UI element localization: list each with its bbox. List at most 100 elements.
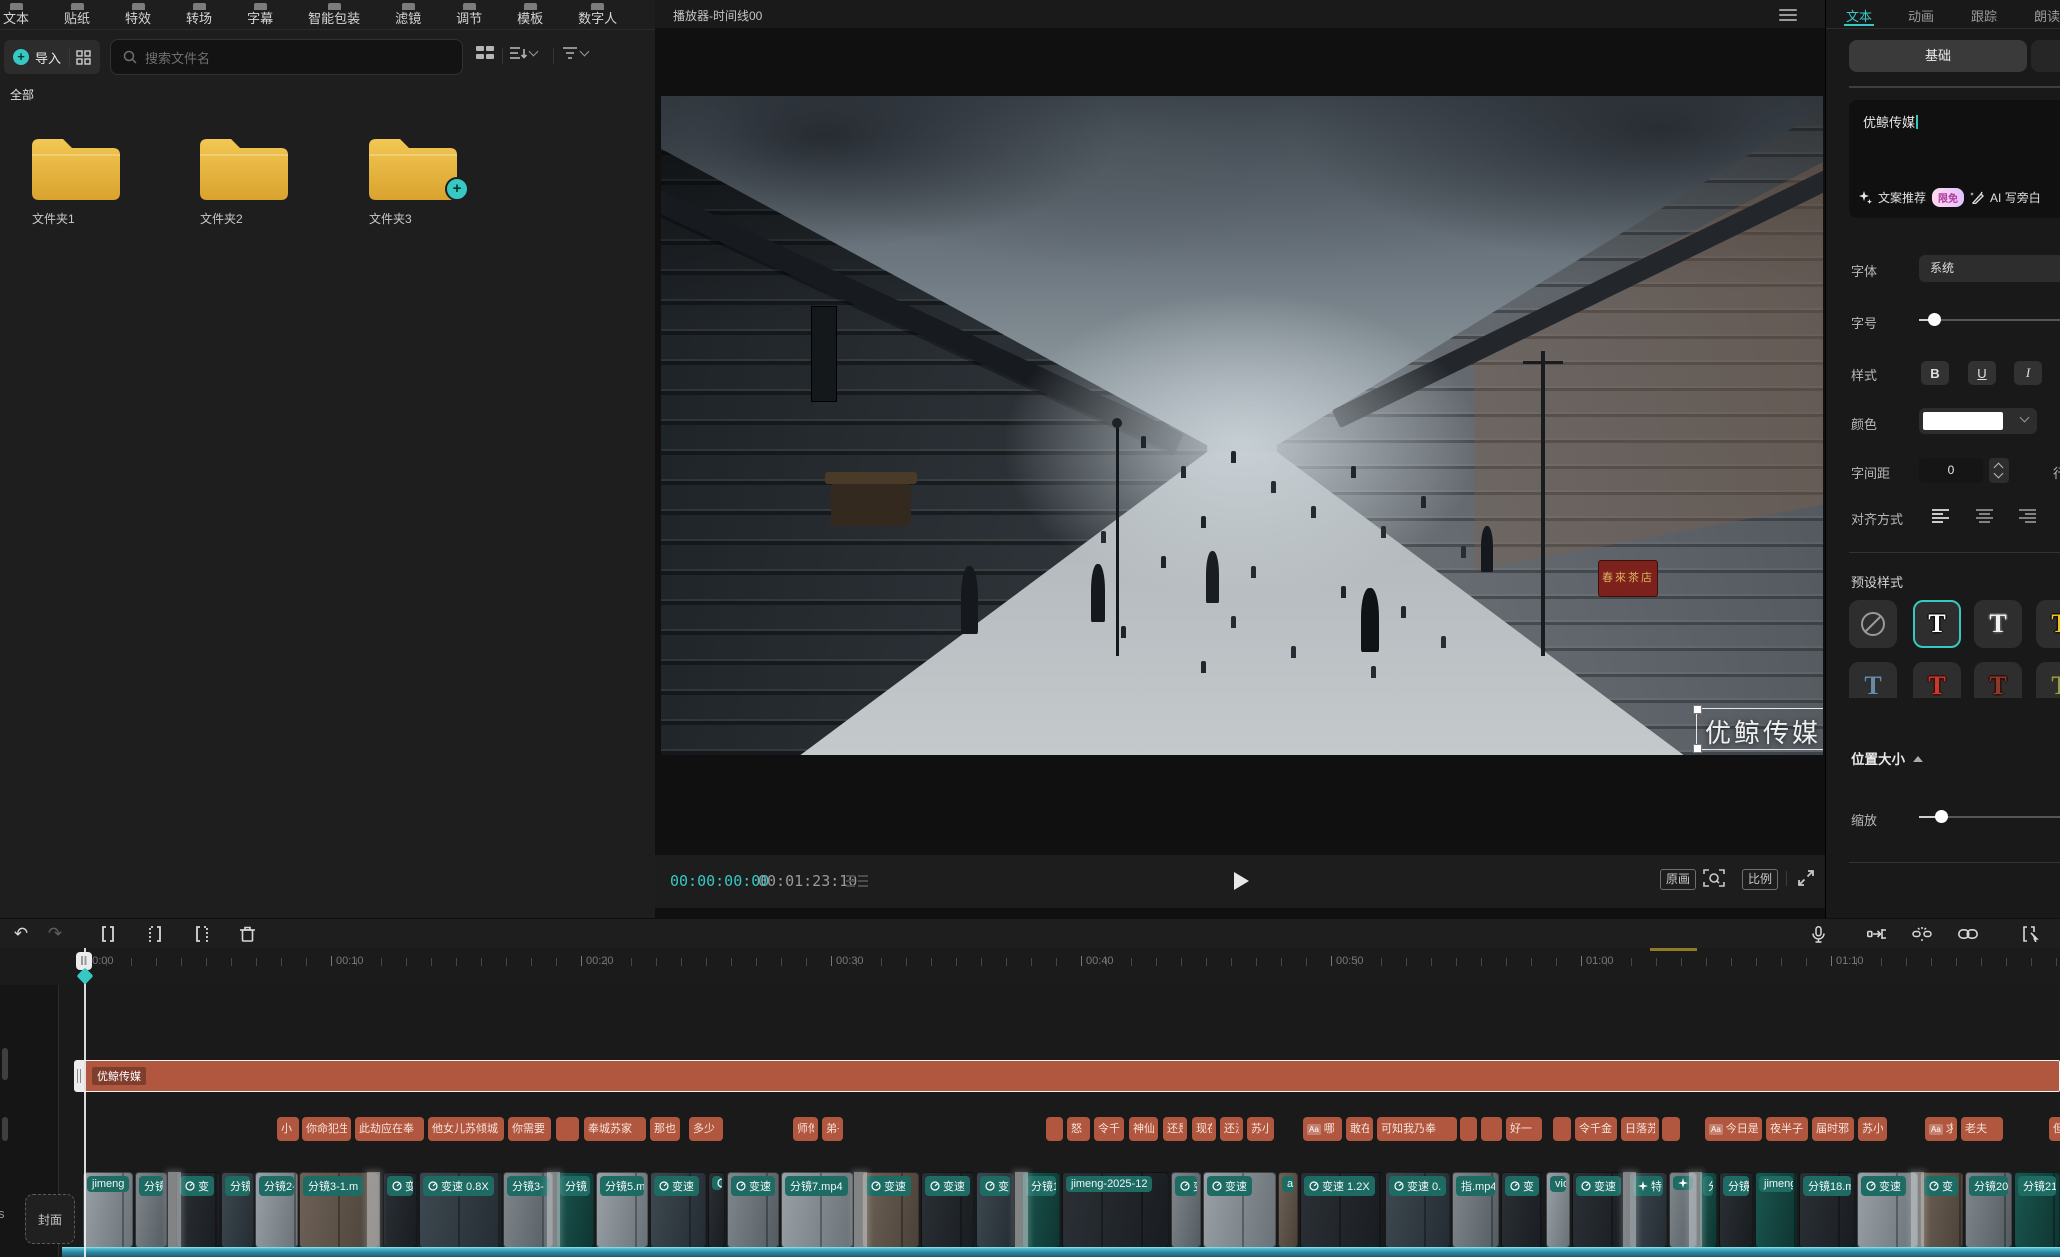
subtitle-clip[interactable]: 届时邪	[1812, 1117, 1854, 1141]
transition-marker[interactable]	[1015, 1172, 1028, 1248]
video-clip[interactable]: 变	[1171, 1172, 1201, 1248]
text-content-input[interactable]: 优鲸传媒 文案推荐 限免 AI 写旁白	[1849, 100, 2060, 218]
original-quality-button[interactable]: 原画	[1660, 869, 1696, 890]
tab-animation[interactable]: 动画	[1908, 6, 1934, 25]
subtitle-clip[interactable]	[556, 1117, 579, 1141]
preset-text-style[interactable]: T	[1913, 600, 1961, 648]
video-clip[interactable]: 分镜7.mp4	[781, 1172, 853, 1248]
video-clip[interactable]: 变	[383, 1172, 417, 1248]
video-clip[interactable]: 分镜4	[135, 1172, 167, 1248]
video-clip[interactable]: 分镜5.m	[596, 1172, 648, 1248]
play-button[interactable]	[1234, 872, 1249, 890]
text-overlay-selection[interactable]: 优鲸传媒	[1696, 708, 1823, 750]
subtitle-clip[interactable]: 师傅	[793, 1117, 818, 1141]
split-delete-right-icon[interactable]	[189, 922, 215, 946]
align-left-icon[interactable]	[1932, 509, 1949, 523]
subtitle-clip[interactable]: 夜半子	[1766, 1117, 1808, 1141]
preset-text-style[interactable]: T	[1974, 600, 2022, 648]
menu-item-captions[interactable]: 字幕	[247, 3, 273, 29]
redo-icon[interactable]: ↷	[42, 922, 68, 946]
transition-marker[interactable]	[854, 1172, 867, 1248]
ai-write-label[interactable]: AI 写旁白	[1990, 189, 2041, 206]
tab-text[interactable]: 文本	[1846, 6, 1872, 25]
subtitle-clip[interactable]	[1460, 1117, 1477, 1141]
filter-all-label[interactable]: 全部	[10, 86, 34, 103]
underline-button[interactable]: U	[1968, 361, 1996, 385]
subtitle-clip[interactable]	[1481, 1117, 1502, 1141]
subtitle-clip[interactable]: 好一	[1506, 1117, 1542, 1141]
video-clip[interactable]: 分镜	[1719, 1172, 1753, 1248]
video-clip[interactable]: 分镜20.	[1965, 1172, 2012, 1248]
subtitle-clip[interactable]: 奉城苏家	[584, 1117, 646, 1141]
copy-suggest-label[interactable]: 文案推荐	[1878, 189, 1926, 206]
spacing-stepper[interactable]	[1989, 458, 2009, 483]
video-clip[interactable]: a	[1278, 1172, 1298, 1248]
italic-button[interactable]: I	[2014, 361, 2042, 385]
subtitle-clip[interactable]: 那也	[650, 1117, 680, 1141]
video-clip[interactable]	[708, 1172, 725, 1248]
transition-marker[interactable]	[1911, 1172, 1924, 1248]
subtitle-clip[interactable]: 现在	[1192, 1117, 1216, 1141]
resize-handle[interactable]	[1693, 705, 1702, 714]
grid-view-icon[interactable]	[476, 46, 496, 60]
video-clip[interactable]: 变速	[862, 1172, 919, 1248]
subtitle-clip[interactable]: 还没	[1220, 1117, 1243, 1141]
subtitle-clip[interactable]: 神仙	[1129, 1117, 1158, 1141]
font-select[interactable]: 系统	[1919, 255, 2060, 282]
subtitle-clip[interactable]	[1553, 1117, 1571, 1141]
video-clip[interactable]: 分镜2	[221, 1172, 254, 1248]
fullscreen-icon[interactable]	[1797, 869, 1815, 887]
preset-none[interactable]	[1849, 600, 1897, 648]
subtitle-clip[interactable]: 你需要	[508, 1117, 551, 1141]
preview-menu-icon[interactable]	[1779, 9, 1797, 24]
video-clip[interactable]: vid	[1546, 1172, 1570, 1248]
folder-item[interactable]: 文件夹3+	[363, 128, 463, 227]
video-clip[interactable]: 变速 1.2X	[1300, 1172, 1383, 1248]
trim-handle-left[interactable]	[74, 1060, 84, 1092]
record-voiceover-icon[interactable]	[1805, 922, 1831, 946]
video-clip[interactable]: 变速	[1857, 1172, 1918, 1248]
tab-next-cut[interactable]	[2031, 40, 2060, 72]
video-clip[interactable]: 变速	[921, 1172, 974, 1248]
subtitle-clip[interactable]: 你命犯生	[302, 1117, 351, 1141]
timeline-ruler[interactable]	[0, 948, 2060, 985]
select-tool-icon[interactable]	[2018, 922, 2044, 946]
menu-item-digital-human[interactable]: 数字人	[578, 3, 617, 29]
menu-item-effects[interactable]: 特效	[125, 3, 151, 29]
tab-basic[interactable]: 基础	[1849, 40, 2027, 72]
add-to-timeline-icon[interactable]: +	[445, 177, 469, 201]
import-button[interactable]: + 导入	[4, 48, 61, 67]
video-clip[interactable]: 变速	[650, 1172, 706, 1248]
preset-text-style[interactable]: T	[1913, 662, 1961, 698]
menu-item-template[interactable]: 模板	[517, 3, 543, 29]
subtitle-clip[interactable]: 令千	[1094, 1117, 1124, 1141]
link-icon[interactable]	[1955, 922, 1981, 946]
subtitle-clip[interactable]: 他女儿苏倾城	[428, 1117, 504, 1141]
video-clip[interactable]: 分镜2-	[255, 1172, 298, 1248]
transition-marker[interactable]	[547, 1172, 560, 1248]
tab-tracking[interactable]: 跟踪	[1971, 6, 1997, 25]
color-picker[interactable]	[1919, 408, 2037, 434]
subtitle-clip[interactable]	[1662, 1117, 1680, 1141]
video-clip[interactable]: jimeng	[1755, 1172, 1797, 1248]
subtitle-clip[interactable]: 多少	[689, 1117, 723, 1141]
search-input[interactable]: 搜索文件名	[110, 39, 463, 75]
folder-item[interactable]: 文件夹1	[26, 128, 126, 227]
video-clip[interactable]: 分镜3-	[503, 1172, 553, 1248]
filter-icon[interactable]	[562, 46, 588, 60]
preset-text-style[interactable]: T	[1849, 662, 1897, 698]
preset-text-style[interactable]: T	[2036, 600, 2060, 648]
video-clip[interactable]: 变速	[1203, 1172, 1276, 1248]
subtitle-clip[interactable]: 此劫应在奉	[355, 1117, 424, 1141]
overlay-text[interactable]: 优鲸传媒	[1705, 713, 1821, 750]
subtitle-clip[interactable]: 弟子	[822, 1117, 843, 1141]
menu-item-smart-package[interactable]: 智能包装	[308, 3, 360, 29]
transition-marker[interactable]	[168, 1172, 181, 1248]
video-clip[interactable]: 变速	[1572, 1172, 1627, 1248]
video-clip[interactable]: 变	[976, 1172, 1014, 1248]
subtitle-clip[interactable]	[1046, 1117, 1063, 1141]
split-delete-left-ic[interactable]	[142, 922, 168, 946]
menu-item-filter[interactable]: 滤镜	[395, 3, 421, 29]
video-canvas[interactable]: 春來茶店 优鲸传媒 ⟳	[661, 96, 1823, 755]
align-right-icon[interactable]	[2019, 509, 2036, 523]
